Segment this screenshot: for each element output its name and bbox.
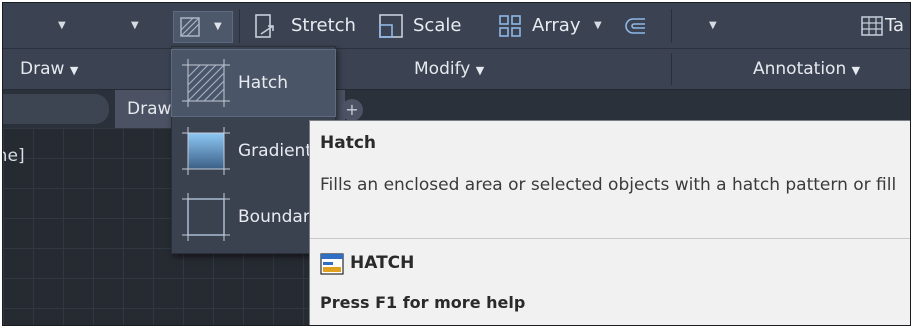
stretch-button[interactable]: Stretch (291, 3, 356, 48)
start-tab[interactable] (3, 94, 109, 124)
draw-panel-title[interactable]: Draw ▼ (20, 49, 78, 91)
separator (671, 53, 672, 85)
table-icon (861, 16, 883, 36)
annotation-more-arrow[interactable]: ▼ (709, 3, 717, 48)
chevron-down-icon: ▼ (851, 64, 861, 77)
hatch-icon (182, 59, 230, 107)
autocad-window: ▼ ▼ ▼ Stretch Scale Array ▼ ▼ Ta Draw ▼ … (2, 2, 911, 326)
tooltip-command-name: HATCH (350, 253, 415, 273)
array-icon (499, 15, 521, 37)
stretch-icon (255, 14, 274, 38)
chevron-down-icon: ▼ (69, 64, 79, 77)
draw-panel-label: Draw (20, 59, 65, 79)
hatch-dropdown-arrow[interactable]: ▼ (214, 12, 222, 42)
hatch-icon (180, 17, 200, 37)
array-dropdown-arrow[interactable]: ▼ (594, 3, 602, 48)
separator (239, 9, 240, 43)
tooltip-title: Hatch (320, 133, 377, 153)
hatch-tooltip: Hatch Fills an enclosed area or selected… (309, 120, 910, 325)
separator (671, 9, 672, 43)
scale-button[interactable]: Scale (413, 3, 461, 48)
command-line-icon (320, 253, 344, 275)
chevron-down-icon: ▼ (475, 64, 485, 77)
modify-panel-label: Modify (414, 59, 471, 79)
draw-dropdown-arrow[interactable]: ▼ (58, 3, 66, 48)
modify-panel-title[interactable]: Modify ▼ (414, 49, 484, 91)
offset-icon (625, 18, 645, 34)
table-button[interactable]: Ta (885, 3, 904, 48)
annotation-panel-title[interactable]: Annotation ▼ (753, 49, 860, 91)
tooltip-description: Fills an enclosed area or selected objec… (320, 175, 897, 195)
scale-icon (379, 14, 403, 38)
ribbon-tools-row: ▼ ▼ ▼ Stretch Scale Array ▼ ▼ Ta (3, 3, 910, 49)
new-tab-plus-icon[interactable]: + (341, 99, 363, 121)
tooltip-divider (310, 238, 910, 239)
draw-more-arrow[interactable]: ▼ (131, 3, 139, 48)
menu-item-hatch-label: Hatch (238, 73, 288, 93)
tooltip-help-hint: Press F1 for more help (320, 293, 526, 312)
menu-item-gradient-label: Gradient (238, 141, 312, 161)
annotation-panel-label: Annotation (753, 59, 847, 79)
gradient-icon (182, 127, 230, 175)
hatch-split-button[interactable]: ▼ (173, 11, 233, 43)
menu-item-hatch[interactable]: Hatch (171, 49, 336, 117)
menu-item-boundary-label: Boundary (238, 207, 320, 227)
boundary-icon (182, 193, 230, 241)
viewport-controls-label[interactable]: [-][Top][2D Wireframe] (3, 146, 25, 166)
array-button[interactable]: Array (532, 3, 580, 48)
ribbon-panel-titles: Draw ▼ Modify ▼ Annotation ▼ (3, 49, 910, 90)
